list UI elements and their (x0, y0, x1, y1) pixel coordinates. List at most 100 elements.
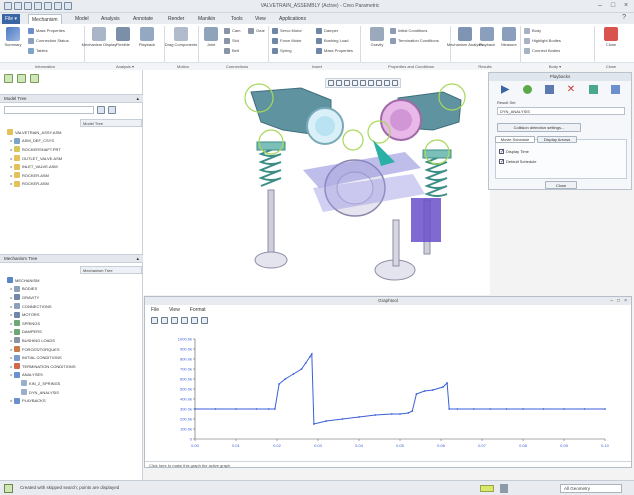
export-result-button[interactable] (583, 85, 603, 94)
body-button[interactable]: Body (524, 27, 541, 34)
display-style-icon[interactable] (360, 80, 366, 86)
tab-render[interactable]: Render (165, 14, 187, 24)
menu-file[interactable]: File (151, 307, 159, 313)
refit-icon[interactable] (328, 80, 334, 86)
tab-annotate[interactable]: Annotate (130, 14, 156, 24)
format-icon[interactable] (201, 317, 208, 324)
menu-format[interactable]: Format (190, 307, 206, 313)
minimize-icon[interactable]: – (610, 297, 613, 305)
tree-item[interactable]: MECHANISM (2, 276, 75, 285)
tree-search-input[interactable] (4, 106, 94, 114)
tab-mechanism[interactable]: Mechanism (28, 14, 62, 24)
selection-icon[interactable] (500, 484, 508, 493)
zoom-out-icon[interactable] (171, 317, 178, 324)
play-button[interactable] (495, 85, 515, 94)
servo-motor-button[interactable]: Servo Motor (272, 27, 302, 34)
mechanism-tree-column-header[interactable]: Mechanism Tree (80, 266, 142, 274)
refit-icon[interactable] (181, 317, 188, 324)
close-window-icon[interactable]: × (622, 2, 630, 9)
save-icon[interactable] (24, 2, 32, 10)
group-analysis[interactable]: Analysis ▾ (100, 64, 150, 69)
tree-item[interactable]: KIN_2_SPRINGS (2, 379, 75, 388)
graphics-viewport[interactable] (143, 70, 490, 295)
zoom-in-icon[interactable] (161, 317, 168, 324)
drag-components-button[interactable]: Drag Components (165, 27, 197, 47)
tree-item[interactable]: ▸ BUSHING LOADS (2, 336, 75, 345)
help-icon[interactable]: ? (622, 14, 626, 21)
tree-item[interactable]: ▸ INITIAL CONDITIONS (2, 353, 75, 362)
favorites-tab-icon[interactable] (30, 74, 39, 83)
regenerate-icon[interactable] (54, 2, 62, 10)
open-icon[interactable] (14, 2, 22, 10)
save-result-button[interactable] (539, 85, 559, 94)
mechanism-analysis-button[interactable]: Mechanism Analysis (447, 27, 483, 47)
zoom-out-icon[interactable] (344, 80, 350, 86)
mechanism-display-button[interactable]: Mechanism Display (82, 27, 116, 47)
flexible-button[interactable]: Flexible (112, 27, 134, 47)
close-ribbon-button[interactable]: Close (600, 27, 622, 47)
tree-item[interactable]: ▸ TERMINATION CONDITIONS (2, 362, 75, 371)
tab-view[interactable]: View (252, 14, 269, 24)
damper-button[interactable]: Damper (316, 27, 338, 34)
redo-icon[interactable] (44, 2, 52, 10)
dialog-close-button[interactable]: Close (545, 181, 577, 189)
collapse-icon[interactable]: ▴ (136, 255, 139, 263)
tab-display-arrows[interactable]: Display Arrows (537, 136, 577, 143)
graph-result-button[interactable] (605, 85, 625, 94)
zoom-in-icon[interactable] (336, 80, 342, 86)
tab-model[interactable]: Model (72, 14, 92, 24)
tables-button[interactable]: Tables (28, 47, 48, 54)
display-time-checkbox[interactable]: ✓ Display Time (499, 149, 529, 155)
tab-file[interactable]: File ▾ (2, 14, 20, 24)
export-icon[interactable] (191, 317, 198, 324)
gravity-button[interactable]: Gravity (366, 27, 388, 47)
tree-item[interactable]: ▸ ROCKER.ASM (2, 171, 62, 180)
summary-button[interactable]: Summary (2, 27, 24, 47)
termination-conditions-button[interactable]: Termination Conditions (390, 37, 439, 44)
tree-columns-icon[interactable] (108, 106, 116, 114)
selection-filter-select[interactable]: All Geometry (560, 484, 622, 493)
tree-settings-icon[interactable] (97, 106, 105, 114)
tab-movie-schedule[interactable]: Movie Schedule (495, 136, 535, 143)
playback-ribbon-button[interactable]: Playback (136, 27, 158, 47)
tree-item[interactable]: ▸ ANALYSES (2, 371, 75, 380)
joint-button[interactable]: Joint (200, 27, 222, 47)
model-tree-header[interactable]: Model Tree ▴ (0, 94, 143, 103)
maximize-icon[interactable]: □ (617, 297, 620, 305)
collapse-icon[interactable]: ▴ (136, 95, 139, 103)
tree-item[interactable]: ▸ DAMPERS (2, 328, 75, 337)
bushing-button[interactable]: Bushing Load (316, 37, 348, 44)
tree-item[interactable]: ▸ FORCES/TORQUES (2, 345, 75, 354)
gear-button[interactable]: Gear (248, 27, 265, 34)
default-schedule-checkbox[interactable]: ✓ Default Schedule (499, 159, 536, 165)
belt-button[interactable]: Belt (224, 47, 239, 54)
saved-views-icon[interactable] (368, 80, 374, 86)
navigator-toggle-icon[interactable] (4, 484, 13, 493)
group-body[interactable]: Body ▾ (530, 64, 580, 69)
restore-button[interactable] (517, 85, 537, 94)
datum-display-icon[interactable] (384, 80, 390, 86)
tree-item[interactable]: ▸ OUTLET_VALVE.ASM (2, 154, 62, 163)
slot-button[interactable]: Slot (224, 37, 239, 44)
undo-icon[interactable] (34, 2, 42, 10)
spring-button[interactable]: Spring (272, 47, 292, 54)
maximize-icon[interactable]: □ (609, 2, 617, 9)
close-window-icon[interactable]: × (624, 297, 627, 305)
cam-button[interactable]: Cam (224, 27, 240, 34)
tree-item[interactable]: ▸ BODIES (2, 285, 75, 294)
measure-button[interactable]: Measure (498, 27, 520, 47)
force-motor-button[interactable]: Force Motor (272, 37, 302, 44)
force-vs-time-chart[interactable]: 0 100.0k 200.0k 300.0k 400.0k 500.0k 600.0k 700… (145, 327, 631, 461)
connection-status-button[interactable]: Connection Status (28, 37, 69, 44)
highlight-bodies-button[interactable]: Highlight Bodies (524, 37, 561, 44)
mass-props-ribbon-button[interactable]: Mass Properties (316, 47, 353, 54)
windows-icon[interactable] (64, 2, 72, 10)
tree-item[interactable]: ▸ PLAYBACKS (2, 396, 75, 405)
model-tree-column-header[interactable]: Model Tree (80, 119, 142, 127)
tab-analysis[interactable]: Analysis (98, 14, 123, 24)
minimize-icon[interactable]: – (596, 2, 604, 9)
tree-item[interactable]: DYN_ANALYSIS (2, 388, 75, 397)
results-playback-button[interactable]: Playback (476, 27, 498, 47)
collision-settings-button[interactable]: Collision detection settings... (497, 123, 581, 132)
tab-tools[interactable]: Tools (228, 14, 246, 24)
